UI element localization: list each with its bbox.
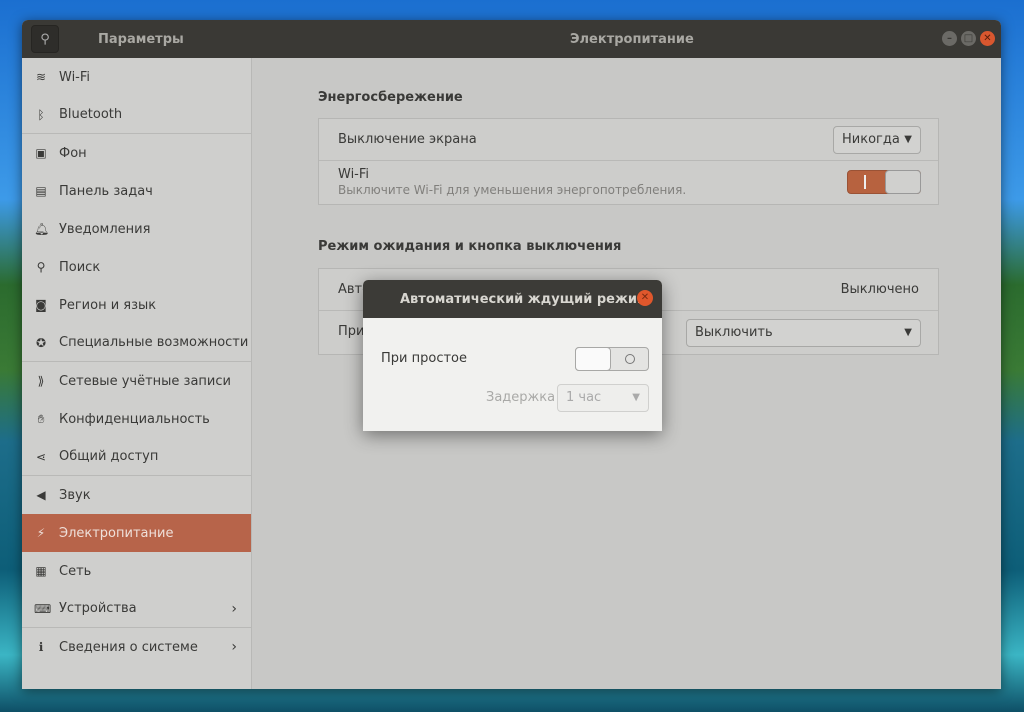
toggle-on-icon [864, 175, 866, 189]
sidebar-item[interactable]: ✪ Специальные возможности [22, 324, 251, 362]
sidebar-item-label: Поиск [59, 259, 101, 275]
delay-dropdown[interactable]: 1 час ▼ [557, 384, 649, 412]
speaker-icon: ◀ [36, 488, 46, 502]
search-icon: ⚲ [40, 31, 50, 47]
sidebar-item-label: Звук [59, 487, 91, 503]
app-title: Параметры [98, 32, 184, 47]
power-saving-heading: Энергосбережение [318, 90, 463, 105]
dropdown-arrow-icon: ▼ [904, 134, 912, 145]
bluetooth-icon: ᛒ [37, 107, 45, 122]
suspend-heading: Режим ожидания и кнопка выключения [318, 239, 622, 254]
dropdown-arrow-icon: ▼ [632, 392, 640, 403]
sidebar-item[interactable]: ⚲ Поиск [22, 248, 251, 286]
sidebar-item-label: Сведения о системе [59, 639, 198, 655]
dialog-close-button[interactable]: ✕ [637, 290, 653, 306]
toggle-knob [885, 170, 921, 194]
search-button[interactable]: ⚲ [31, 25, 59, 53]
sidebar-item[interactable]: ◙ Регион и язык [22, 286, 251, 324]
chevron-right-icon: › [231, 639, 237, 655]
sidebar-item[interactable]: 🔔︎ Уведомления [22, 210, 251, 248]
sidebar-item-label: Уведомления [59, 221, 151, 237]
page-title: Электропитание [570, 32, 694, 47]
sidebar-item[interactable]: ℹ Сведения о системе › [22, 628, 251, 666]
sidebar-item-label: Сетевые учётные записи [59, 373, 231, 389]
sidebar-item-label: Сеть [59, 563, 92, 579]
accessibility-icon: ✪ [35, 335, 47, 350]
devices-icon: ⌨ [34, 601, 52, 616]
dock-icon: ▤ [35, 184, 47, 198]
toggle-off-icon [625, 354, 635, 364]
auto-suspend-dialog: Автоматический ждущий режим ✕ При просто… [363, 280, 662, 431]
wifi-toggle[interactable] [847, 170, 921, 194]
close-button[interactable]: ✕ [980, 31, 995, 46]
sidebar-item-label: Устройства [59, 601, 137, 616]
sidebar-item[interactable]: ◀ Звук [22, 476, 251, 514]
sidebar-item[interactable]: ⌨ Устройства › [22, 590, 251, 628]
chevron-right-icon: › [231, 600, 237, 617]
sidebar-item[interactable]: ▤ Панель задач [22, 172, 251, 210]
sidebar-item-label: Bluetooth [59, 107, 123, 122]
power-button-value: Выключить [695, 325, 773, 340]
power-icon: ⚡︎ [36, 526, 46, 540]
hand-icon: ✋︎ [37, 411, 45, 426]
delay-label: Задержка [486, 390, 556, 405]
sidebar-item[interactable]: ⟫ Сетевые учётные записи [22, 362, 251, 400]
wifi-icon: ≋ [35, 70, 47, 84]
info-icon: ℹ [38, 640, 44, 654]
camera-icon: ◙ [35, 298, 47, 312]
network-icon: ▦ [35, 564, 47, 578]
background-icon: ▣ [35, 146, 47, 160]
toggle-knob [575, 347, 611, 371]
sidebar-item-label: Wi-Fi [59, 69, 91, 85]
sidebar-item-label: Электропитание [59, 525, 174, 541]
power-button-dropdown[interactable]: Выключить ▼ [686, 319, 921, 347]
bell-icon: 🔔︎ [34, 222, 50, 236]
header-bar: ⚲ Параметры Электропитание – □ ✕ [22, 20, 1001, 58]
sidebar-item[interactable]: ᛒ Bluetooth [22, 96, 251, 134]
delay-value: 1 час [566, 390, 602, 405]
screen-off-value: Никогда [842, 132, 900, 147]
search-icon: ⚲ [36, 260, 46, 274]
online-accounts-icon: ⟫ [37, 374, 45, 388]
wifi-row: Wi-Fi Выключите Wi-Fi для уменьшения эне… [319, 161, 938, 204]
sidebar-item[interactable]: ▣ Фон [22, 134, 251, 172]
sidebar-item-label: Панель задач [59, 183, 153, 199]
sidebar-item[interactable]: ⋖ Общий доступ [22, 438, 251, 476]
auto-suspend-value: Выключено [840, 282, 919, 297]
minimize-button[interactable]: – [942, 31, 957, 46]
power-button-label: При [338, 324, 365, 339]
sidebar-item-label: Регион и язык [59, 297, 157, 313]
sidebar-item-label: Конфиденциальность [59, 411, 210, 427]
idle-label: При простое [381, 351, 467, 366]
sidebar-item[interactable]: ✋︎ Конфиденциальность [22, 400, 251, 438]
sidebar-item-label: Общий доступ [59, 449, 159, 464]
sidebar-item-label: Специальные возможности [59, 335, 249, 350]
dialog-title: Автоматический ждущий режим [400, 291, 648, 307]
sidebar-item-label: Фон [59, 145, 87, 161]
wifi-label: Wi-Fi [338, 167, 370, 182]
screen-off-dropdown[interactable]: Никогда ▼ [833, 126, 921, 154]
idle-toggle[interactable] [575, 347, 649, 371]
screen-off-row[interactable]: Выключение экрана Никогда ▼ [319, 119, 938, 161]
sidebar-item[interactable]: ≋ Wi-Fi [22, 58, 251, 96]
sidebar-item[interactable]: ▦ Сеть [22, 552, 251, 590]
maximize-button[interactable]: □ [961, 31, 976, 46]
dropdown-arrow-icon: ▼ [904, 327, 912, 338]
sidebar: ≋ Wi-Fi ᛒ Bluetooth ▣ Фон ▤ Панель задач 🔔︎ Уведо… [22, 58, 252, 689]
share-icon: ⋖ [35, 449, 47, 464]
screen-off-label: Выключение экрана [338, 132, 477, 147]
wifi-description: Выключите Wi-Fi для уменьшения энергопот… [338, 183, 687, 197]
sidebar-item[interactable]: ⚡︎ Электропитание [22, 514, 251, 552]
dialog-header: Автоматический ждущий режим [363, 280, 662, 318]
power-saving-list: Выключение экрана Никогда ▼ Wi-Fi Выключи… [318, 118, 939, 205]
